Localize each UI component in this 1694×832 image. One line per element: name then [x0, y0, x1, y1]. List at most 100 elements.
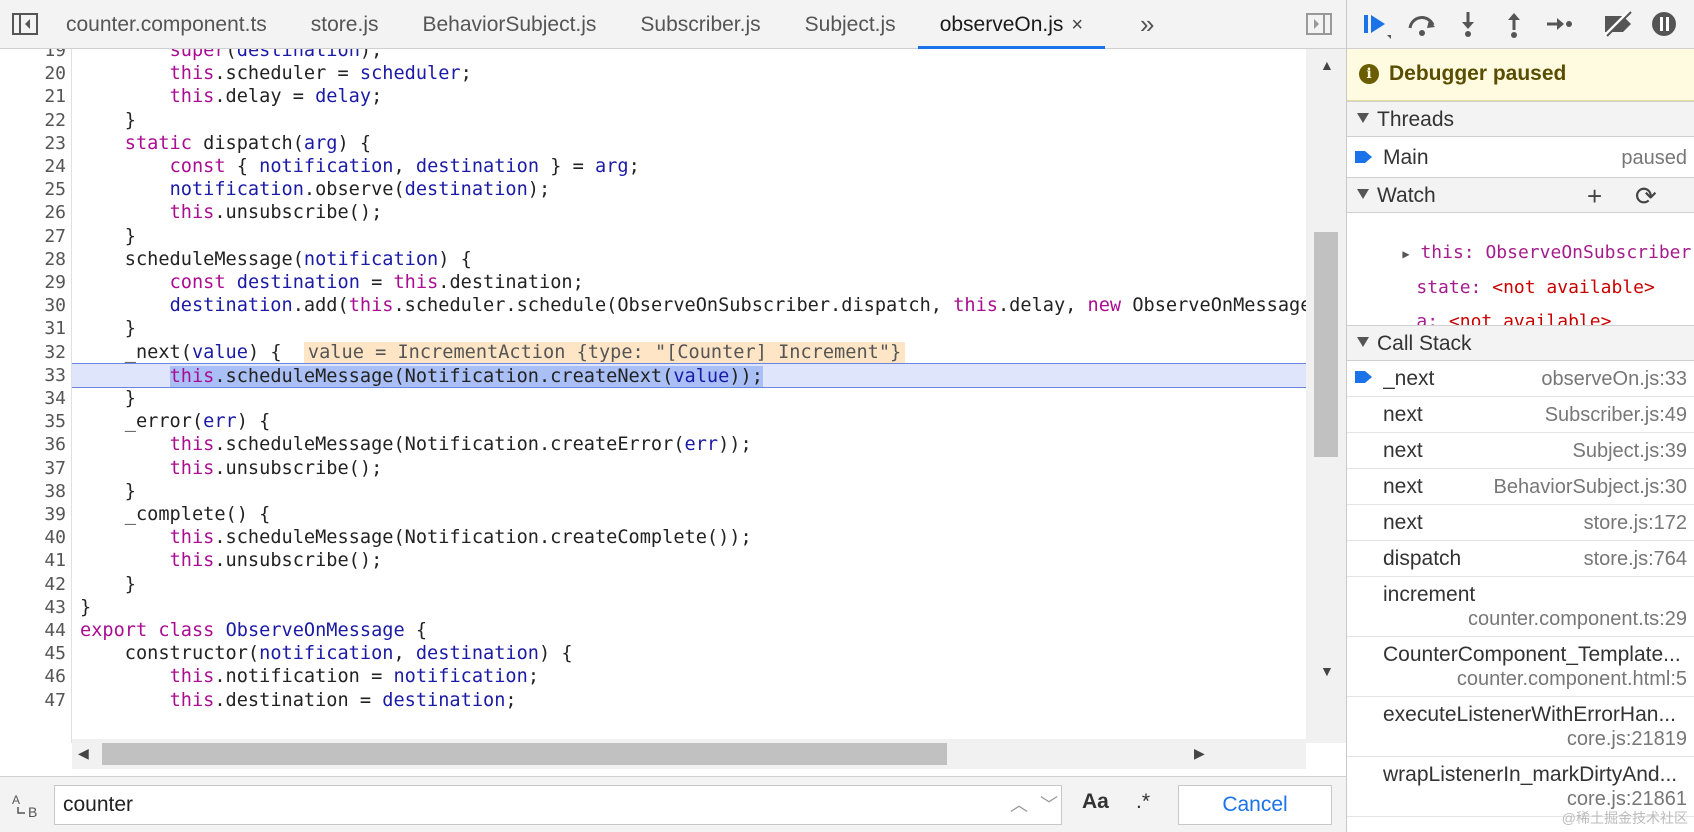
- line-number-gutter[interactable]: 19 20 21 22 23 24 25 26 27 28 29 30 31 32 33 34 35 36 37 38…: [0, 49, 72, 743]
- pause-on-exceptions-icon[interactable]: [1647, 8, 1681, 40]
- line-number[interactable]: 35: [0, 409, 66, 434]
- step-out-icon[interactable]: [1497, 8, 1531, 40]
- line-number[interactable]: 29: [0, 270, 66, 295]
- match-case-toggle[interactable]: Aa: [1082, 790, 1109, 814]
- line-number[interactable]: 20: [0, 61, 66, 86]
- tab-behavior-subject[interactable]: BehaviorSubject.js: [400, 0, 618, 49]
- close-tab-icon[interactable]: ×: [1071, 14, 1083, 36]
- step-over-icon[interactable]: [1405, 8, 1439, 40]
- search-input[interactable]: [54, 785, 1062, 825]
- line-number[interactable]: 27: [0, 224, 66, 249]
- resume-icon[interactable]: [1359, 8, 1393, 40]
- watch-header[interactable]: Watch + ⟳: [1347, 177, 1694, 213]
- line-number[interactable]: 44: [0, 618, 66, 643]
- line-number[interactable]: 41: [0, 548, 66, 573]
- frame-location: Subscriber.js:49: [1544, 404, 1687, 426]
- horizontal-scrollbar[interactable]: ◀ ▶: [72, 739, 1306, 769]
- threads-header[interactable]: Threads: [1347, 101, 1694, 137]
- line-number[interactable]: 21: [0, 84, 66, 109]
- search-next-icon[interactable]: ﹀: [1040, 791, 1058, 817]
- line-number[interactable]: 38: [0, 479, 66, 504]
- regex-toggle[interactable]: .*: [1136, 790, 1150, 814]
- deactivate-breakpoints-icon[interactable]: [1601, 8, 1635, 40]
- add-watch-icon[interactable]: +: [1587, 181, 1602, 212]
- tab-subscriber[interactable]: Subscriber.js: [618, 0, 782, 49]
- line-number[interactable]: 28: [0, 247, 66, 272]
- line-number[interactable]: 40: [0, 525, 66, 550]
- line-number[interactable]: 47: [0, 688, 66, 713]
- call-stack-frame[interactable]: _next observeOn.js:33: [1347, 361, 1694, 397]
- scroll-up-icon[interactable]: ▲: [1320, 57, 1334, 73]
- line-number[interactable]: 34: [0, 386, 66, 411]
- step-into-icon[interactable]: [1451, 8, 1485, 40]
- scroll-down-icon[interactable]: ▼: [1320, 663, 1334, 679]
- file-tabs: counter.component.ts store.js BehaviorSu…: [44, 0, 1106, 49]
- call-stack-header[interactable]: Call Stack: [1347, 325, 1694, 361]
- code-editor[interactable]: 19 20 21 22 23 24 25 26 27 28 29 30 31 32 33 34 35 36 37 38…: [0, 49, 1316, 743]
- code-line: const destination = this.destination;: [169, 272, 584, 293]
- line-number[interactable]: 26: [0, 200, 66, 225]
- call-stack-frame[interactable]: next store.js:172: [1347, 505, 1694, 541]
- vertical-scrollbar[interactable]: ▲ ▼: [1306, 49, 1346, 743]
- step-icon[interactable]: [1543, 8, 1577, 40]
- line-number[interactable]: 24: [0, 154, 66, 179]
- scroll-left-icon[interactable]: ◀: [78, 745, 89, 762]
- current-thread-arrow-icon: [1355, 151, 1372, 163]
- frame-location: Subject.js:39: [1572, 440, 1687, 462]
- code-line: this.scheduleMessage(Notification.create…: [169, 527, 752, 549]
- line-number[interactable]: 42: [0, 572, 66, 597]
- line-number[interactable]: 30: [0, 293, 66, 318]
- line-number[interactable]: 32: [0, 340, 66, 365]
- line-number[interactable]: 31: [0, 316, 66, 341]
- code-line: const { notification, destination } = ar…: [169, 156, 640, 177]
- collapse-triangle-icon: [1357, 337, 1369, 347]
- code-line: scheduleMessage(notification) {: [80, 248, 472, 270]
- line-number[interactable]: 46: [0, 664, 66, 689]
- line-number[interactable]: 43: [0, 595, 66, 620]
- frame-location: core.js:21819: [1566, 728, 1687, 750]
- code-line: this.delay = delay;: [169, 86, 383, 108]
- frame-name: CounterComponent_Template...: [1383, 643, 1681, 666]
- collapse-triangle-icon: [1357, 113, 1369, 123]
- toggle-navigator-icon[interactable]: [10, 10, 40, 38]
- line-number[interactable]: 45: [0, 641, 66, 666]
- code-line: }: [80, 388, 136, 409]
- line-number[interactable]: 39: [0, 502, 66, 527]
- toggle-debugger-icon[interactable]: [1304, 10, 1334, 38]
- call-stack-frame[interactable]: CounterComponent_Template... counter.comp…: [1347, 637, 1694, 697]
- cancel-button[interactable]: Cancel: [1178, 785, 1332, 825]
- tab-counter-component[interactable]: counter.component.ts: [44, 0, 289, 49]
- line-number[interactable]: 22: [0, 108, 66, 133]
- more-tabs-icon[interactable]: »: [1140, 9, 1154, 40]
- line-number[interactable]: 36: [0, 432, 66, 457]
- thread-row-main[interactable]: Main paused: [1347, 139, 1694, 177]
- debugger-sidebar: i Debugger paused Threads Main paused Wa…: [1346, 0, 1694, 832]
- tab-observe-on[interactable]: observeOn.js ×: [917, 0, 1106, 49]
- call-stack-frame[interactable]: next BehaviorSubject.js:30: [1347, 469, 1694, 505]
- call-stack-frame[interactable]: increment counter.component.ts:29: [1347, 577, 1694, 637]
- tab-store[interactable]: store.js: [289, 0, 401, 49]
- svg-text:A: A: [12, 793, 20, 807]
- search-prev-icon-btn[interactable]: ︿: [1010, 791, 1028, 817]
- svg-text:B: B: [28, 804, 37, 819]
- search-replace-icon[interactable]: AB: [10, 791, 46, 820]
- vertical-scroll-thumb[interactable]: [1314, 232, 1338, 457]
- horizontal-scroll-thumb[interactable]: [102, 743, 947, 765]
- call-stack-frame[interactable]: next Subject.js:39: [1347, 433, 1694, 469]
- line-number[interactable]: 33: [0, 363, 66, 388]
- scroll-right-icon[interactable]: ▶: [1194, 745, 1205, 762]
- code-line: _error(err) {: [80, 411, 271, 433]
- editor-tabbar: counter.component.ts store.js BehaviorSu…: [0, 0, 1346, 49]
- call-stack-frame[interactable]: executeListenerWithErrorHan... core.js:21…: [1347, 697, 1694, 757]
- call-stack-frame[interactable]: dispatch store.js:764: [1347, 541, 1694, 577]
- tab-subject[interactable]: Subject.js: [783, 0, 918, 49]
- frame-location: counter.component.html:5: [1456, 668, 1687, 690]
- line-number[interactable]: 23: [0, 131, 66, 156]
- refresh-watch-icon[interactable]: ⟳: [1635, 181, 1657, 212]
- call-stack-frame[interactable]: next Subscriber.js:49: [1347, 397, 1694, 433]
- watch-title: Watch: [1377, 184, 1436, 207]
- line-number[interactable]: 37: [0, 456, 66, 481]
- code-line: this.notification = notification;: [169, 666, 540, 688]
- line-number[interactable]: 25: [0, 177, 66, 202]
- frame-location: observeOn.js:33: [1541, 368, 1687, 390]
